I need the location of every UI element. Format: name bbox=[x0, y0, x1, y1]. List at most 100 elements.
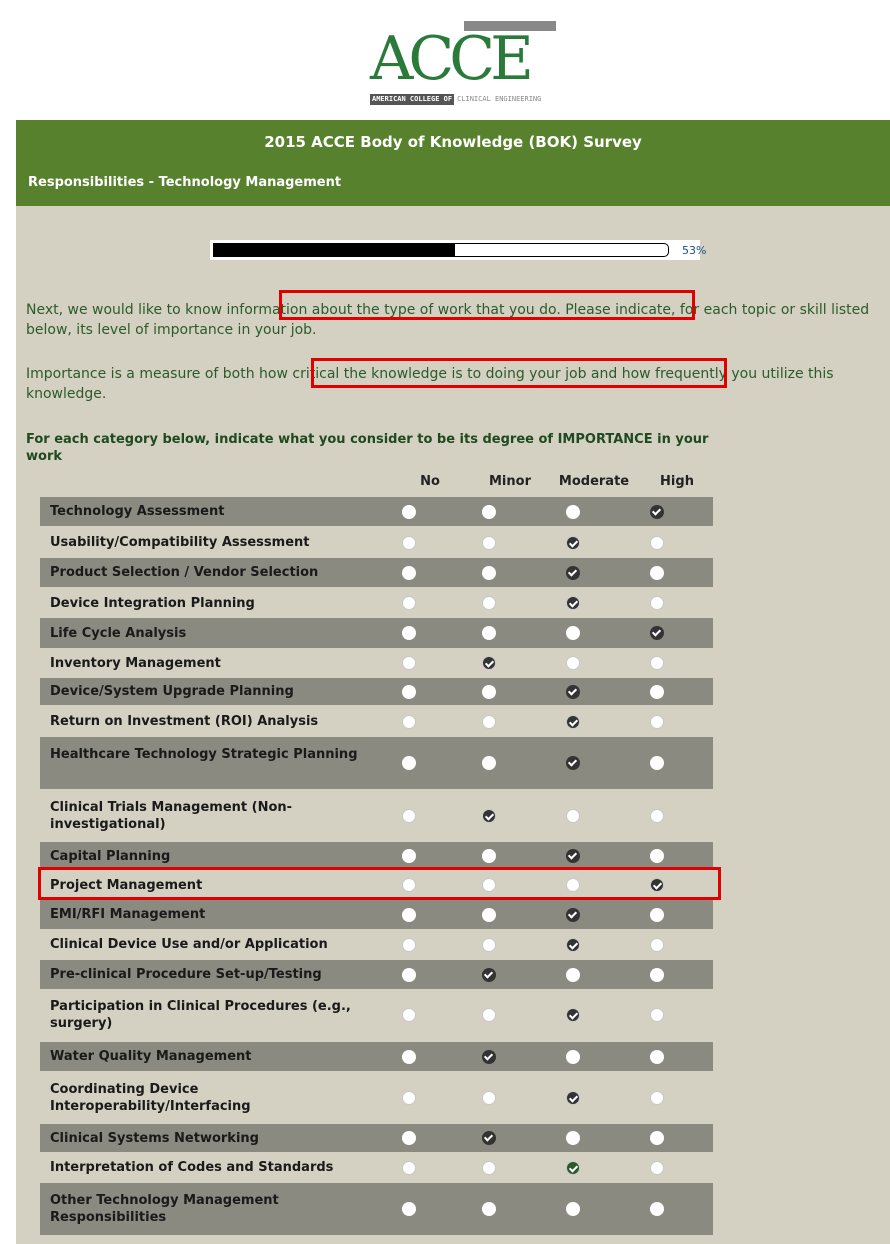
radio-no[interactable] bbox=[402, 715, 416, 729]
radio-no[interactable] bbox=[402, 756, 416, 770]
radio-high[interactable] bbox=[650, 685, 664, 699]
radio-moderate[interactable] bbox=[566, 908, 580, 922]
radio-no[interactable] bbox=[402, 1008, 416, 1022]
radio-high[interactable] bbox=[650, 968, 664, 982]
radio-minor[interactable] bbox=[482, 656, 496, 670]
radio-moderate[interactable] bbox=[566, 1008, 580, 1022]
grid-row: Healthcare Technology Strategic Planning bbox=[40, 737, 713, 789]
grid-row: Capital Planning bbox=[40, 842, 713, 870]
radio-no[interactable] bbox=[402, 1161, 416, 1175]
column-header-minor: Minor bbox=[489, 474, 531, 489]
radio-moderate[interactable] bbox=[566, 715, 580, 729]
radio-minor[interactable] bbox=[482, 938, 496, 952]
radio-moderate[interactable] bbox=[566, 1131, 580, 1145]
screenshot-edge bbox=[0, 667, 16, 1244]
radio-no[interactable] bbox=[402, 908, 416, 922]
radio-no[interactable] bbox=[402, 536, 416, 550]
radio-moderate[interactable] bbox=[566, 505, 580, 519]
radio-minor[interactable] bbox=[482, 715, 496, 729]
radio-minor[interactable] bbox=[482, 756, 496, 770]
radio-minor[interactable] bbox=[482, 536, 496, 550]
grid-row-label: EMI/RFI Management bbox=[50, 907, 206, 922]
radio-high[interactable] bbox=[650, 1050, 664, 1064]
radio-minor[interactable] bbox=[482, 1202, 496, 1216]
radio-no[interactable] bbox=[402, 1202, 416, 1216]
radio-moderate[interactable] bbox=[566, 1050, 580, 1064]
grid-row: Clinical Device Use and/or Application bbox=[40, 929, 713, 960]
radio-no[interactable] bbox=[402, 849, 416, 863]
radio-no[interactable] bbox=[402, 1131, 416, 1145]
radio-no[interactable] bbox=[402, 596, 416, 610]
logo-subtitle: AMERICAN COLLEGE OF CLINICAL ENGINEERING bbox=[370, 94, 544, 105]
radio-minor[interactable] bbox=[482, 566, 496, 580]
radio-high[interactable] bbox=[650, 505, 664, 519]
radio-high[interactable] bbox=[650, 656, 664, 670]
radio-minor[interactable] bbox=[482, 596, 496, 610]
grid-row: Inventory Management bbox=[40, 648, 713, 678]
radio-minor[interactable] bbox=[482, 1091, 496, 1105]
radio-no[interactable] bbox=[402, 505, 416, 519]
radio-high[interactable] bbox=[650, 1161, 664, 1175]
radio-moderate[interactable] bbox=[566, 536, 580, 550]
radio-moderate[interactable] bbox=[566, 1161, 580, 1175]
radio-moderate[interactable] bbox=[566, 968, 580, 982]
grid-row: Coordinating Device Interoperability/Int… bbox=[40, 1071, 713, 1124]
radio-minor[interactable] bbox=[482, 685, 496, 699]
radio-minor[interactable] bbox=[482, 505, 496, 519]
radio-high[interactable] bbox=[650, 715, 664, 729]
radio-moderate[interactable] bbox=[566, 849, 580, 863]
radio-minor[interactable] bbox=[482, 1161, 496, 1175]
radio-moderate[interactable] bbox=[566, 685, 580, 699]
radio-no[interactable] bbox=[402, 938, 416, 952]
radio-high[interactable] bbox=[650, 536, 664, 550]
radio-no[interactable] bbox=[402, 1091, 416, 1105]
radio-no[interactable] bbox=[402, 968, 416, 982]
radio-high[interactable] bbox=[650, 809, 664, 823]
radio-high[interactable] bbox=[650, 1091, 664, 1105]
radio-moderate[interactable] bbox=[566, 809, 580, 823]
radio-moderate[interactable] bbox=[566, 566, 580, 580]
grid-row-label: Coordinating Device Interoperability/Int… bbox=[50, 1082, 251, 1114]
highlight-project-management bbox=[38, 867, 721, 900]
acce-logo: ACCE AMERICAN COLLEGE OF CLINICAL ENGINE… bbox=[370, 18, 556, 105]
radio-moderate[interactable] bbox=[566, 938, 580, 952]
radio-minor[interactable] bbox=[482, 908, 496, 922]
grid-row: Technology Assessment bbox=[40, 497, 713, 526]
radio-no[interactable] bbox=[402, 809, 416, 823]
radio-high[interactable] bbox=[650, 626, 664, 640]
radio-high[interactable] bbox=[650, 1202, 664, 1216]
radio-moderate[interactable] bbox=[566, 626, 580, 640]
radio-minor[interactable] bbox=[482, 968, 496, 982]
radio-minor[interactable] bbox=[482, 809, 496, 823]
radio-high[interactable] bbox=[650, 1008, 664, 1022]
radio-moderate[interactable] bbox=[566, 1091, 580, 1105]
radio-minor[interactable] bbox=[482, 1050, 496, 1064]
grid-row: Clinical Trials Management (Non-investig… bbox=[40, 790, 713, 842]
grid-row-label: Participation in Clinical Procedures (e.… bbox=[50, 999, 351, 1031]
radio-moderate[interactable] bbox=[566, 656, 580, 670]
grid-row-label: Healthcare Technology Strategic Planning bbox=[50, 747, 358, 762]
radio-moderate[interactable] bbox=[566, 756, 580, 770]
grid-row: EMI/RFI Management bbox=[40, 900, 713, 929]
radio-no[interactable] bbox=[402, 685, 416, 699]
radio-high[interactable] bbox=[650, 596, 664, 610]
column-header-no: No bbox=[420, 474, 440, 489]
radio-moderate[interactable] bbox=[566, 1202, 580, 1216]
radio-high[interactable] bbox=[650, 756, 664, 770]
radio-no[interactable] bbox=[402, 566, 416, 580]
grid-row-label: Clinical Device Use and/or Application bbox=[50, 937, 328, 952]
radio-minor[interactable] bbox=[482, 1131, 496, 1145]
radio-minor[interactable] bbox=[482, 626, 496, 640]
radio-high[interactable] bbox=[650, 566, 664, 580]
radio-no[interactable] bbox=[402, 1050, 416, 1064]
radio-high[interactable] bbox=[650, 908, 664, 922]
radio-no[interactable] bbox=[402, 656, 416, 670]
radio-moderate[interactable] bbox=[566, 596, 580, 610]
radio-minor[interactable] bbox=[482, 1008, 496, 1022]
radio-high[interactable] bbox=[650, 1131, 664, 1145]
radio-high[interactable] bbox=[650, 849, 664, 863]
radio-no[interactable] bbox=[402, 626, 416, 640]
radio-high[interactable] bbox=[650, 938, 664, 952]
radio-minor[interactable] bbox=[482, 849, 496, 863]
column-header-moderate: Moderate bbox=[558, 474, 630, 489]
